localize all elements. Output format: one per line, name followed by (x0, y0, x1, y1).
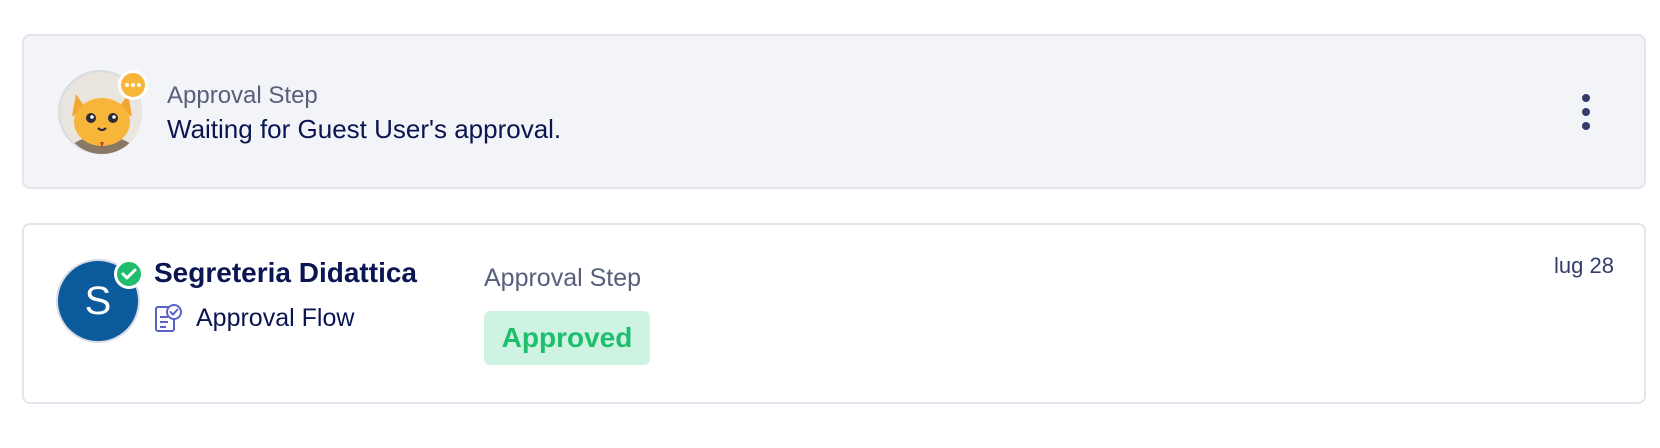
step-label: Approval Step (484, 264, 642, 292)
approval-flow-link[interactable]: Approval Flow (154, 303, 354, 333)
pending-approval-card: Approval Step Waiting for Guest User's a… (22, 34, 1646, 189)
pending-info: Approval Step Waiting for Guest User's a… (167, 80, 561, 146)
avatar-initial: S (84, 278, 112, 323)
flow-label: Approval Flow (196, 303, 355, 332)
avatar: S (56, 259, 144, 343)
kebab-menu-icon[interactable] (1576, 94, 1596, 130)
waiting-message: Waiting for Guest User's approval. (167, 114, 562, 144)
date-label: lug 28 (1554, 253, 1614, 278)
user-name: Segreteria Didattica (154, 257, 417, 288)
approved-step-card: S Segreteria Didattica Approval Flow App… (22, 223, 1646, 404)
check-icon (114, 259, 144, 289)
guest-avatar (58, 70, 148, 154)
status-badge: Approved (484, 311, 650, 365)
step-label: Approval Step (167, 82, 318, 109)
approval-flow-icon (155, 304, 182, 332)
ellipsis-icon (118, 70, 148, 100)
